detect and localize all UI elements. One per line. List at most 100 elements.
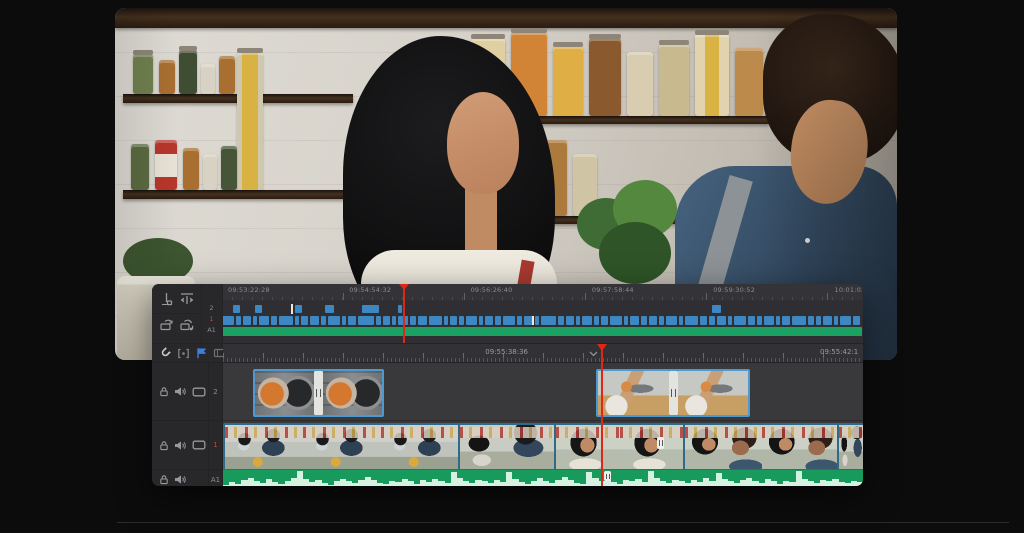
overview-clip (594, 316, 599, 325)
timeline-clip-wide[interactable] (223, 423, 461, 471)
trim-edit-icon[interactable] (178, 291, 195, 307)
overview-ruler[interactable]: 09:53:22:2809:54:54:3209:56:26:4009:57:5… (222, 284, 862, 300)
track-label-audio1[interactable]: A1 (209, 476, 222, 484)
overview-track-video2[interactable] (222, 305, 862, 313)
overview-timecode: 09:57:58:44 (592, 286, 634, 294)
through-edit-marker[interactable] (657, 437, 664, 449)
timeline-ruler[interactable]: 09:55:38:36 09:55:42:1 (223, 344, 863, 363)
lock-icon[interactable] (159, 386, 169, 397)
through-edit-marker[interactable] (604, 471, 611, 481)
timeline-clip-portrait[interactable] (554, 423, 686, 471)
overview-clip (325, 305, 334, 313)
overview-track-audio1[interactable] (222, 327, 862, 336)
monitor-icon[interactable] (192, 387, 206, 397)
overview-clip (792, 316, 806, 325)
overview-clip (410, 316, 416, 325)
snap-magnet-icon[interactable] (159, 347, 171, 359)
chevron-down-icon[interactable] (589, 351, 598, 357)
overview-track-video1[interactable] (222, 316, 862, 325)
overview-lanes[interactable]: 09:53:22:2809:54:54:3209:56:26:4009:57:5… (222, 284, 862, 343)
overview-clip (659, 316, 664, 325)
overview-clip (685, 316, 698, 325)
overview-clip (666, 316, 677, 325)
overview-clip (757, 316, 762, 325)
overview-clip (808, 316, 814, 325)
timeline-main: 2 1 A1 09:55:38:36 09:55:42:1 (152, 344, 863, 486)
track-label-video1[interactable]: 1 (209, 441, 222, 449)
overview-clip (358, 316, 374, 325)
track-video1-lane[interactable] (223, 421, 863, 470)
overview-clip (576, 316, 580, 325)
flag-icon[interactable] (196, 347, 207, 359)
speaker-icon[interactable] (174, 386, 187, 397)
overview-clip (479, 316, 483, 325)
overview-clip (362, 305, 379, 313)
overview-playhead[interactable] (403, 284, 405, 343)
overview-clip (709, 316, 715, 325)
ripple-audio-icon[interactable] (178, 317, 195, 333)
lock-icon[interactable] (159, 440, 169, 451)
clip-thumbnail (598, 371, 669, 415)
timeline-clip-duo[interactable] (683, 423, 840, 471)
overview-clip (243, 316, 251, 325)
overview-clip (734, 316, 746, 325)
overview-clip (321, 316, 326, 325)
timeline-clip-close[interactable] (458, 423, 557, 471)
overview-clip (301, 316, 308, 325)
monitor-icon[interactable] (192, 440, 206, 450)
overview-clip (610, 316, 622, 325)
speaker-icon[interactable] (174, 474, 187, 485)
overview-clip (679, 316, 683, 325)
clip-thumbnail (381, 425, 459, 469)
overview-clip (823, 316, 832, 325)
clip-thumbnail (255, 371, 314, 415)
overview-clip (348, 316, 356, 325)
audio-waveform (223, 470, 863, 486)
bottom-divider (117, 522, 1009, 523)
timeline-overview[interactable]: 09:53:22:2809:54:54:3209:56:26:4009:57:5… (152, 284, 863, 344)
overview-clip (259, 316, 269, 325)
track-video2-lane[interactable] (223, 363, 863, 421)
overview-clip (376, 316, 381, 325)
overview-clip (328, 316, 340, 325)
overview-timecode: 09:53:22:28 (228, 286, 270, 294)
track-label-video2[interactable]: 2 (209, 388, 222, 396)
overview-clip (459, 316, 464, 325)
overview-clip (853, 316, 860, 325)
overview-clip (558, 316, 564, 325)
timeline-clip-plating[interactable] (596, 369, 750, 417)
timeline-playhead[interactable] (601, 344, 603, 486)
marker-brackets-icon[interactable] (177, 348, 190, 359)
speaker-icon[interactable] (174, 440, 187, 451)
timeline-lanes[interactable]: 09:55:38:36 09:55:42:1 (223, 344, 863, 486)
overview-timecode: 10:01:02:56 (835, 286, 863, 294)
timeline-clip-pans[interactable] (253, 369, 384, 417)
overview-tool-panel: 2 1 A1 (152, 284, 223, 343)
timeline-clip-close[interactable] (837, 423, 863, 471)
clip-thumbnail (303, 425, 381, 469)
overview-clip (279, 316, 293, 325)
overview-marker (532, 316, 534, 325)
track-header-audio1: A1 (152, 470, 222, 486)
overview-clip (717, 316, 726, 325)
overview-clip (728, 316, 732, 325)
clip-thumbnail (225, 425, 303, 469)
overview-clip (624, 316, 628, 325)
track-audio1-lane[interactable] (223, 470, 863, 486)
overview-clip (383, 316, 390, 325)
overview-clip (840, 316, 851, 325)
overview-track-label-1: 1 (202, 315, 221, 323)
overview-clip (342, 316, 346, 325)
overview-clip (503, 316, 515, 325)
timeline-panel: 09:53:22:2809:54:54:3209:56:26:4009:57:5… (152, 284, 863, 486)
ripple-video-icon[interactable] (158, 317, 175, 333)
overview-clip (466, 316, 477, 325)
through-edit-divider (669, 371, 678, 415)
overview-clip (444, 316, 448, 325)
lock-icon[interactable] (159, 474, 169, 485)
split-clip-icon[interactable] (158, 291, 175, 307)
overview-timecode: 09:56:26:40 (471, 286, 513, 294)
overview-clip (776, 316, 780, 325)
overview-clip (582, 316, 592, 325)
overview-track-label-a1: A1 (202, 326, 221, 334)
